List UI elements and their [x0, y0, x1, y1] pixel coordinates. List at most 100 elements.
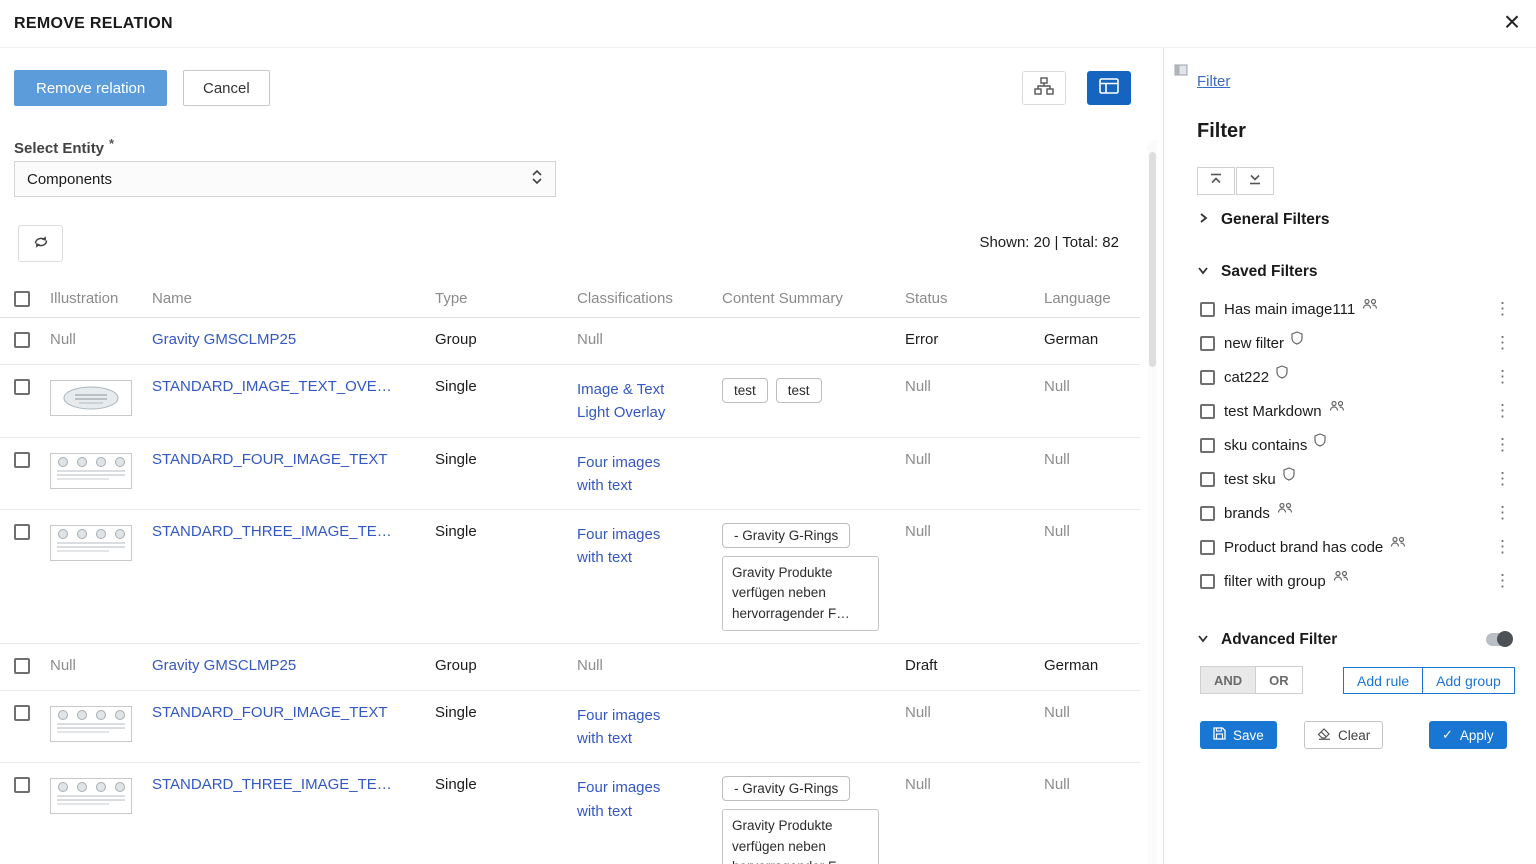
illustration-null: Null: [50, 331, 76, 348]
row-language: Null: [1044, 378, 1070, 395]
expand-all-button[interactable]: [1236, 167, 1274, 195]
filter-checkbox[interactable]: [1200, 472, 1215, 487]
table-view-button[interactable]: [1087, 71, 1131, 105]
advanced-filter-label: Advanced Filter: [1221, 631, 1337, 649]
shown-total-summary: Shown: 20 | Total: 82: [0, 234, 1119, 251]
add-rule-button[interactable]: Add rule: [1343, 667, 1423, 694]
shield-icon: [1314, 433, 1326, 447]
content-summary-chip: - Gravity G-Rings: [722, 523, 850, 548]
table-scrollbar-thumb[interactable]: [1149, 152, 1156, 367]
row-classification-link[interactable]: Four images with text: [577, 523, 682, 570]
expand-all-icon: [1248, 172, 1262, 190]
row-name-link[interactable]: STANDARD_THREE_IMAGE_TE…: [152, 523, 392, 540]
row-classification-link[interactable]: Four images with text: [577, 776, 682, 823]
group-icon: [1362, 298, 1378, 310]
four-image-grid-thumbnail: [50, 778, 132, 814]
content-summary-box: Gravity Produkte verfügen neben hervorra…: [722, 556, 879, 631]
tree-view-button[interactable]: [1022, 71, 1066, 105]
kebab-menu-icon[interactable]: ⋮: [1494, 333, 1510, 353]
add-group-button[interactable]: Add group: [1423, 667, 1515, 694]
collapse-all-button[interactable]: [1197, 167, 1235, 195]
row-type: Single: [435, 763, 577, 864]
kebab-menu-icon[interactable]: ⋮: [1494, 571, 1510, 591]
filter-checkbox[interactable]: [1200, 370, 1215, 385]
filter-checkbox[interactable]: [1200, 574, 1215, 589]
row-checkbox[interactable]: [14, 705, 30, 721]
row-name-link[interactable]: STANDARD_FOUR_IMAGE_TEXT: [152, 451, 388, 468]
and-or-segment: AND OR: [1200, 666, 1303, 694]
general-filters-section[interactable]: General Filters: [1197, 211, 1330, 229]
filter-checkbox[interactable]: [1200, 506, 1215, 521]
and-button[interactable]: AND: [1200, 666, 1256, 694]
advanced-filter-toggle[interactable]: [1486, 633, 1512, 646]
group-icon: [1277, 502, 1293, 514]
group-icon: [1329, 400, 1345, 412]
col-content-summary: Content Summary: [722, 280, 905, 323]
panel-icon[interactable]: [1174, 63, 1188, 80]
row-checkbox[interactable]: [14, 452, 30, 468]
row-checkbox[interactable]: [14, 332, 30, 348]
kebab-menu-icon[interactable]: ⋮: [1494, 367, 1510, 387]
save-filter-button[interactable]: Save: [1200, 721, 1277, 749]
saved-filters-section[interactable]: Saved Filters: [1197, 263, 1318, 281]
row-name-link[interactable]: Gravity GMSCLMP25: [152, 657, 296, 674]
filter-checkbox[interactable]: [1200, 404, 1215, 419]
filter-checkbox[interactable]: [1200, 302, 1215, 317]
table-row: STANDARD_THREE_IMAGE_TE… Single Four ima…: [0, 510, 1140, 644]
row-classification-link[interactable]: Four images with text: [577, 451, 682, 498]
row-classifications: Null: [577, 331, 603, 348]
filter-label: test Markdown: [1224, 403, 1322, 420]
filter-sidebar: Filter Filter General Filters Saved Filt…: [1163, 48, 1536, 864]
entity-select[interactable]: Components: [14, 161, 556, 197]
content-summary-chip: test: [722, 378, 768, 403]
filter-checkbox[interactable]: [1200, 540, 1215, 555]
image-text-overlay-thumbnail: [50, 380, 132, 416]
or-button[interactable]: OR: [1256, 666, 1303, 694]
row-checkbox[interactable]: [14, 379, 30, 395]
row-type: Single: [435, 438, 577, 510]
row-type: Single: [435, 510, 577, 643]
filter-checkbox[interactable]: [1200, 438, 1215, 453]
clear-filter-button[interactable]: Clear: [1304, 721, 1383, 749]
close-icon[interactable]: ×: [1496, 4, 1528, 40]
col-illustration: Illustration: [50, 280, 152, 323]
select-all-checkbox[interactable]: [14, 291, 30, 307]
kebab-menu-icon[interactable]: ⋮: [1494, 469, 1510, 489]
cancel-button[interactable]: Cancel: [183, 70, 270, 106]
filter-checkbox[interactable]: [1200, 336, 1215, 351]
advanced-filter-section[interactable]: Advanced Filter: [1197, 631, 1337, 649]
row-checkbox[interactable]: [14, 777, 30, 793]
saved-filters-label: Saved Filters: [1221, 263, 1318, 281]
table-row: Null Gravity GMSCLMP25 Group Null Draft …: [0, 644, 1140, 691]
row-type: Group: [435, 318, 577, 364]
row-name-link[interactable]: STANDARD_IMAGE_TEXT_OVE…: [152, 378, 392, 395]
apply-filter-button[interactable]: ✓ Apply: [1429, 721, 1507, 749]
table-row: STANDARD_FOUR_IMAGE_TEXT Single Four ima…: [0, 438, 1140, 511]
filter-panel-link[interactable]: Filter: [1197, 73, 1230, 90]
row-name-link[interactable]: STANDARD_FOUR_IMAGE_TEXT: [152, 704, 388, 721]
kebab-menu-icon[interactable]: ⋮: [1494, 401, 1510, 421]
filter-label: cat222: [1224, 369, 1269, 386]
shield-icon: [1291, 331, 1303, 345]
kebab-menu-icon[interactable]: ⋮: [1494, 299, 1510, 319]
row-name-link[interactable]: Gravity GMSCLMP25: [152, 331, 296, 348]
col-status: Status: [905, 280, 1044, 323]
row-classification-link[interactable]: Four images with text: [577, 704, 682, 751]
remove-relation-button[interactable]: Remove relation: [14, 70, 167, 106]
row-name-link[interactable]: STANDARD_THREE_IMAGE_TE…: [152, 776, 392, 793]
kebab-menu-icon[interactable]: ⋮: [1494, 503, 1510, 523]
kebab-menu-icon[interactable]: ⋮: [1494, 537, 1510, 557]
kebab-menu-icon[interactable]: ⋮: [1494, 435, 1510, 455]
row-classification-link[interactable]: Image & Text Light Overlay: [577, 378, 682, 425]
filter-title: Filter: [1197, 120, 1246, 143]
filter-label: test sku: [1224, 471, 1276, 488]
saved-filter-item: Has main image111 ⋮: [1200, 292, 1510, 326]
row-checkbox[interactable]: [14, 658, 30, 674]
row-checkbox[interactable]: [14, 524, 30, 540]
col-language: Language: [1044, 280, 1140, 323]
save-icon: [1213, 727, 1226, 743]
content-summary-chip: test: [776, 378, 822, 403]
content-summary-box: Gravity Produkte verfügen neben hervorra…: [722, 809, 879, 864]
eraser-icon: [1317, 728, 1331, 743]
row-language: Null: [1044, 776, 1070, 793]
